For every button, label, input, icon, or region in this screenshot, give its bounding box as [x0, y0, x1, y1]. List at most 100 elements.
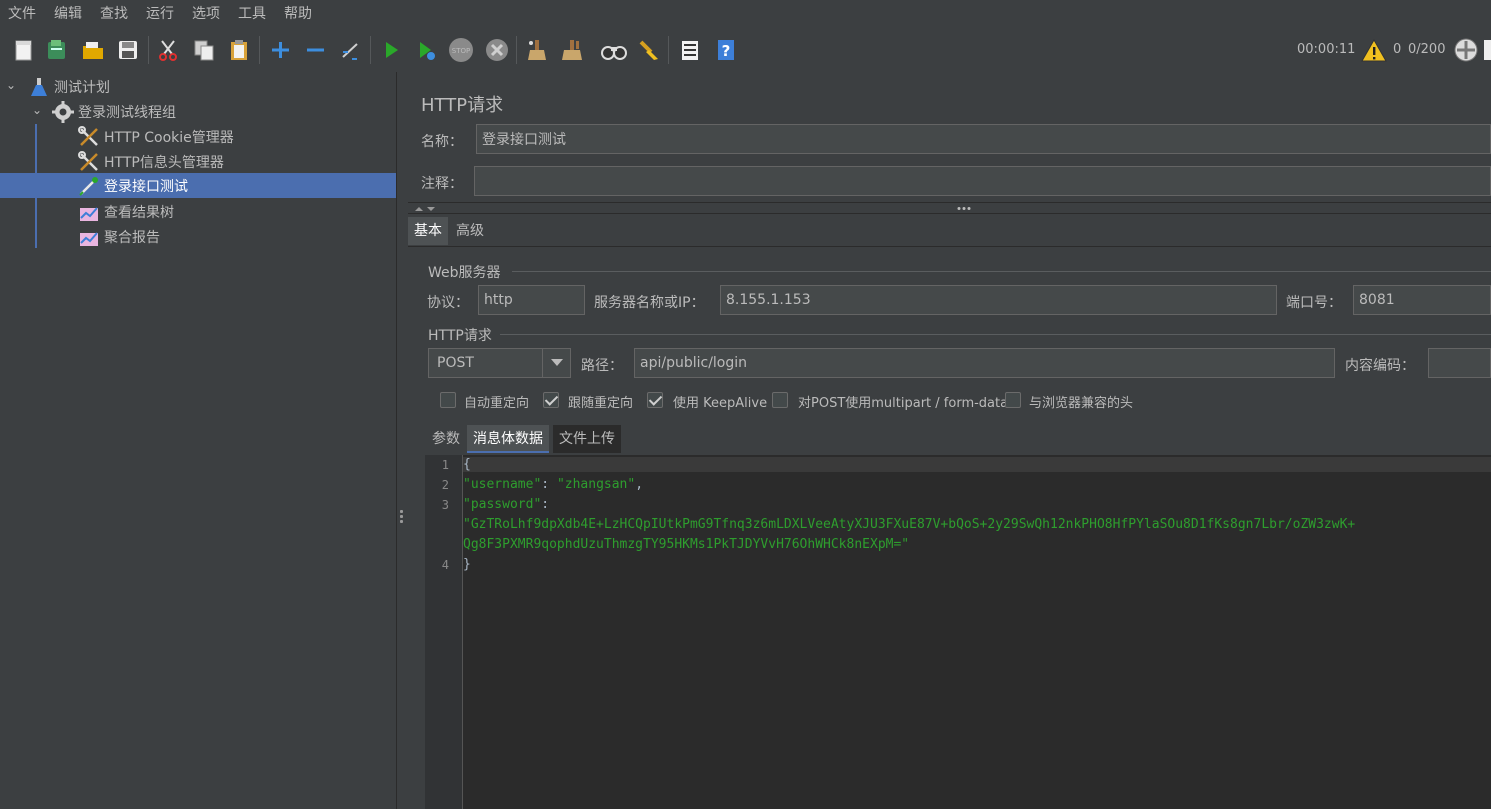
line-number-gutter: 1 2 3 4: [425, 455, 463, 809]
overflow-icon[interactable]: [1483, 36, 1491, 64]
keepalive-label: 使用 KeepAlive: [673, 396, 768, 411]
clear-icon[interactable]: [523, 36, 551, 64]
protocol-field[interactable]: http: [478, 285, 585, 315]
menu-options[interactable]: 选项: [186, 0, 232, 28]
start-icon[interactable]: [377, 36, 405, 64]
encoding-field[interactable]: [1428, 348, 1491, 378]
json-value: "zhangsan": [556, 477, 636, 492]
comment-field[interactable]: [474, 166, 1491, 196]
encoding-label: 内容编码：: [1345, 358, 1415, 374]
path-label: 路径：: [581, 358, 623, 374]
paste-icon[interactable]: [225, 36, 253, 64]
svg-text:?: ?: [722, 42, 731, 60]
cut-icon[interactable]: [154, 36, 182, 64]
server-field[interactable]: 8.155.1.153: [720, 285, 1277, 315]
tree-item-label: 查看结果树: [104, 204, 174, 221]
test-plan-flask-icon: [28, 77, 50, 97]
auto-redirect-label: 自动重定向: [464, 396, 530, 411]
shutdown-icon[interactable]: [483, 36, 511, 64]
collapse-arrows-icon[interactable]: [414, 205, 440, 213]
path-field[interactable]: api/public/login: [634, 348, 1335, 378]
method-select[interactable]: POST: [428, 348, 571, 378]
tree-item-thread-group[interactable]: 登录测试线程组: [52, 99, 396, 124]
save-icon[interactable]: [114, 36, 142, 64]
drag-handle-icon[interactable]: [400, 508, 404, 526]
clear-all-icon[interactable]: [558, 36, 586, 64]
listener-chart-icon: [78, 202, 100, 222]
line-number: 1: [441, 458, 449, 472]
menu-bar: 文件 编辑 查找 运行 选项 工具 帮助: [0, 0, 1491, 28]
web-server-group-title: Web服务器: [428, 265, 501, 281]
tree-item-label: 测试计划: [54, 79, 110, 96]
tree-item-label: 聚合报告: [104, 229, 160, 246]
test-plan-tree: ⌄ ⌄ 测试计划 登录测试线程组 HTTP Cookie管理器 HTTP信息头管…: [0, 72, 396, 809]
chevron-down-icon[interactable]: ⌄: [6, 78, 16, 92]
tree-item-results-tree[interactable]: 查看结果树: [78, 199, 396, 224]
method-value: POST: [437, 355, 474, 371]
port-label: 端口号：: [1286, 295, 1342, 311]
start-no-pause-icon[interactable]: [412, 36, 440, 64]
json-separator: :: [541, 497, 550, 512]
svg-text:STOP: STOP: [452, 47, 470, 55]
warning-icon[interactable]: [1360, 36, 1388, 64]
code-line-2: "username": "zhangsan",: [463, 477, 643, 492]
help-icon[interactable]: ?: [712, 36, 740, 64]
split-divider[interactable]: [396, 72, 408, 809]
code-brace: {: [463, 457, 471, 472]
function-helper-icon[interactable]: [676, 36, 704, 64]
dropdown-arrow-icon[interactable]: [542, 349, 570, 377]
comment-label: 注释：: [421, 176, 463, 192]
menu-run[interactable]: 运行: [140, 0, 186, 28]
new-icon[interactable]: [10, 36, 38, 64]
tab-advanced[interactable]: 高级: [450, 217, 490, 245]
line-number: 3: [441, 498, 449, 512]
port-field[interactable]: 8081: [1353, 285, 1491, 315]
chevron-down-icon[interactable]: ⌄: [32, 103, 42, 117]
group-separator: [512, 271, 1491, 272]
browser-headers-checkbox[interactable]: [1005, 392, 1021, 408]
stop-icon[interactable]: STOP: [447, 36, 475, 64]
templates-icon[interactable]: [43, 36, 71, 64]
tab-file-upload[interactable]: 文件上传: [553, 425, 621, 453]
code-line-3-wrap-b: Qg8F3PXMR9qophdUzuThmzgTY95HKMs1PkTJDYVv…: [463, 537, 909, 552]
code-line-1: {: [463, 457, 1491, 472]
menu-help[interactable]: 帮助: [278, 0, 324, 28]
config-wrench-icon: [78, 150, 100, 172]
search-icon[interactable]: [600, 36, 628, 64]
listener-chart-icon: [78, 227, 100, 247]
browser-headers-label: 与浏览器兼容的头: [1029, 396, 1134, 411]
tree-item-http-sampler[interactable]: 登录接口测试: [0, 173, 396, 198]
line-number: 4: [441, 558, 449, 572]
menu-file[interactable]: 文件: [2, 0, 48, 28]
menu-edit[interactable]: 编辑: [48, 0, 94, 28]
http-request-panel: HTTP请求 名称： 登录接口测试 注释： 基本 高级 Web服务器 协议： h…: [408, 72, 1491, 809]
code-line-3: "password":: [463, 497, 549, 512]
tree-item-test-plan[interactable]: 测试计划: [28, 74, 396, 99]
name-field[interactable]: 登录接口测试: [476, 124, 1491, 154]
menu-search[interactable]: 查找: [94, 0, 140, 28]
tree-item-header-manager[interactable]: HTTP信息头管理器: [78, 149, 396, 174]
auto-redirect-checkbox[interactable]: [440, 392, 456, 408]
tab-body-data[interactable]: 消息体数据: [467, 425, 549, 453]
thread-group-gear-icon: [52, 100, 74, 123]
multipart-checkbox[interactable]: [772, 392, 788, 408]
copy-icon[interactable]: [190, 36, 218, 64]
tree-item-cookie-manager[interactable]: HTTP Cookie管理器: [78, 124, 396, 149]
expand-icon[interactable]: [266, 36, 294, 64]
keepalive-checkbox[interactable]: [647, 392, 663, 408]
open-icon[interactable]: [79, 36, 107, 64]
sampler-pipette-icon: [78, 176, 100, 196]
protocol-label: 协议：: [427, 295, 469, 311]
tab-basic[interactable]: 基本: [408, 217, 448, 245]
reset-search-icon[interactable]: [635, 36, 663, 64]
split-grip-icon: [957, 207, 971, 210]
tree-item-aggregate-report[interactable]: 聚合报告: [78, 224, 396, 249]
follow-redirect-checkbox[interactable]: [543, 392, 559, 408]
tab-parameters[interactable]: 参数: [426, 425, 466, 453]
collapse-icon[interactable]: [301, 36, 329, 64]
http-request-group-title: HTTP请求: [428, 328, 492, 344]
menu-tools[interactable]: 工具: [232, 0, 278, 28]
body-editor[interactable]: 1 2 3 4 { "username": "zhangsan", "passw…: [425, 455, 1491, 809]
horizontal-split-bar[interactable]: [408, 202, 1491, 214]
toggle-icon[interactable]: [336, 36, 364, 64]
